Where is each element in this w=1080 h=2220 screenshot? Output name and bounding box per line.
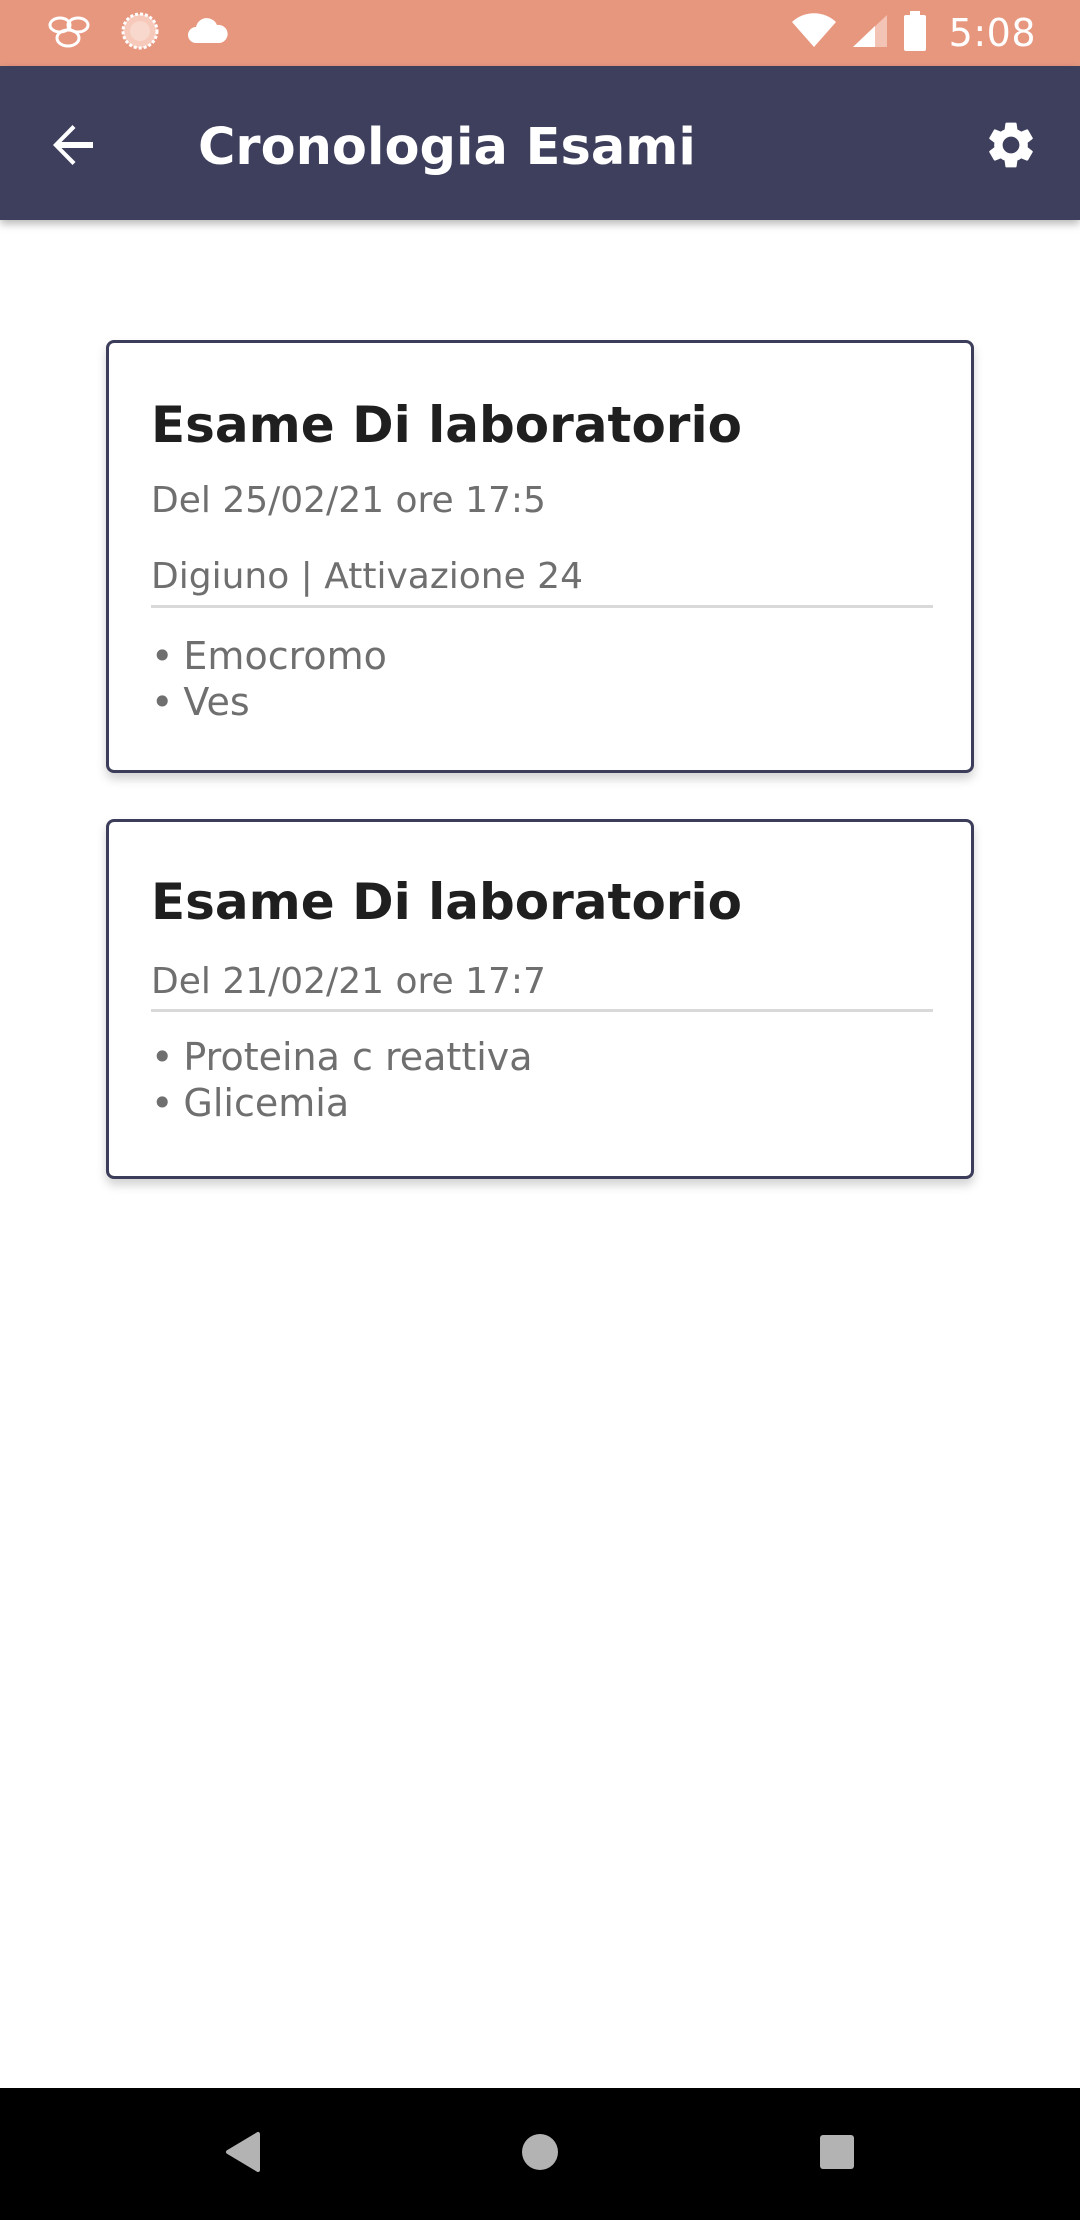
status-system-icons: 5:08 xyxy=(791,8,1036,58)
settings-button[interactable] xyxy=(970,106,1052,188)
gear-icon xyxy=(983,117,1039,177)
app-bar: Cronologia Esami xyxy=(0,66,1080,220)
exam-title: Esame Di laboratorio xyxy=(151,396,742,454)
exam-card[interactable]: Esame Di laboratorio Del 21/02/21 ore 17… xyxy=(106,819,974,1179)
exam-test-list: • Proteina c reattiva • Glicemia xyxy=(151,1034,533,1126)
exam-test-label: Glicemia xyxy=(183,1081,350,1125)
nav-back-button[interactable] xyxy=(206,2118,278,2190)
bullet: • xyxy=(151,1081,174,1125)
status-notifications xyxy=(46,10,230,56)
page-title: Cronologia Esami xyxy=(198,118,696,177)
bullet: • xyxy=(151,680,174,724)
arrow-back-icon xyxy=(49,121,97,173)
exam-date: Del 25/02/21 ore 17:5 xyxy=(151,480,546,521)
nav-recents-button[interactable] xyxy=(801,2118,873,2190)
bubbles-notification-icon xyxy=(46,13,94,53)
exam-details: Digiuno | Attivazione 24 xyxy=(151,556,583,597)
exam-test-item: • Proteina c reattiva xyxy=(151,1034,533,1080)
system-nav-bar xyxy=(0,2088,1080,2220)
exam-date: Del 21/02/21 ore 17:7 xyxy=(151,961,546,1002)
exam-test-label: Emocromo xyxy=(183,634,387,678)
battery-icon xyxy=(903,11,927,55)
wifi-icon xyxy=(791,13,837,53)
exam-test-label: Ves xyxy=(183,680,250,724)
exam-title: Esame Di laboratorio xyxy=(151,873,742,931)
status-bar: 5:08 xyxy=(0,0,1080,66)
exam-test-list: • Emocromo • Ves xyxy=(151,633,387,725)
exam-test-item: • Glicemia xyxy=(151,1080,533,1126)
nav-back-icon xyxy=(222,2130,262,2178)
exam-history-list: Esame Di laboratorio Del 25/02/21 ore 17… xyxy=(0,220,1080,2088)
exam-test-item: • Ves xyxy=(151,679,387,725)
exam-test-label: Proteina c reattiva xyxy=(183,1035,533,1079)
bullet: • xyxy=(151,1035,174,1079)
sun-notification-icon xyxy=(120,11,160,55)
card-divider xyxy=(151,1009,933,1012)
exam-card[interactable]: Esame Di laboratorio Del 25/02/21 ore 17… xyxy=(106,340,974,773)
nav-home-button[interactable] xyxy=(504,2118,576,2190)
status-time: 5:08 xyxy=(948,11,1036,55)
exam-test-item: • Emocromo xyxy=(151,633,387,679)
nav-home-icon xyxy=(520,2132,560,2176)
nav-recents-icon xyxy=(819,2134,855,2174)
bullet: • xyxy=(151,634,174,678)
back-button[interactable] xyxy=(36,110,110,184)
signal-icon xyxy=(851,13,889,53)
cloud-icon xyxy=(186,17,230,49)
card-divider xyxy=(151,605,933,608)
